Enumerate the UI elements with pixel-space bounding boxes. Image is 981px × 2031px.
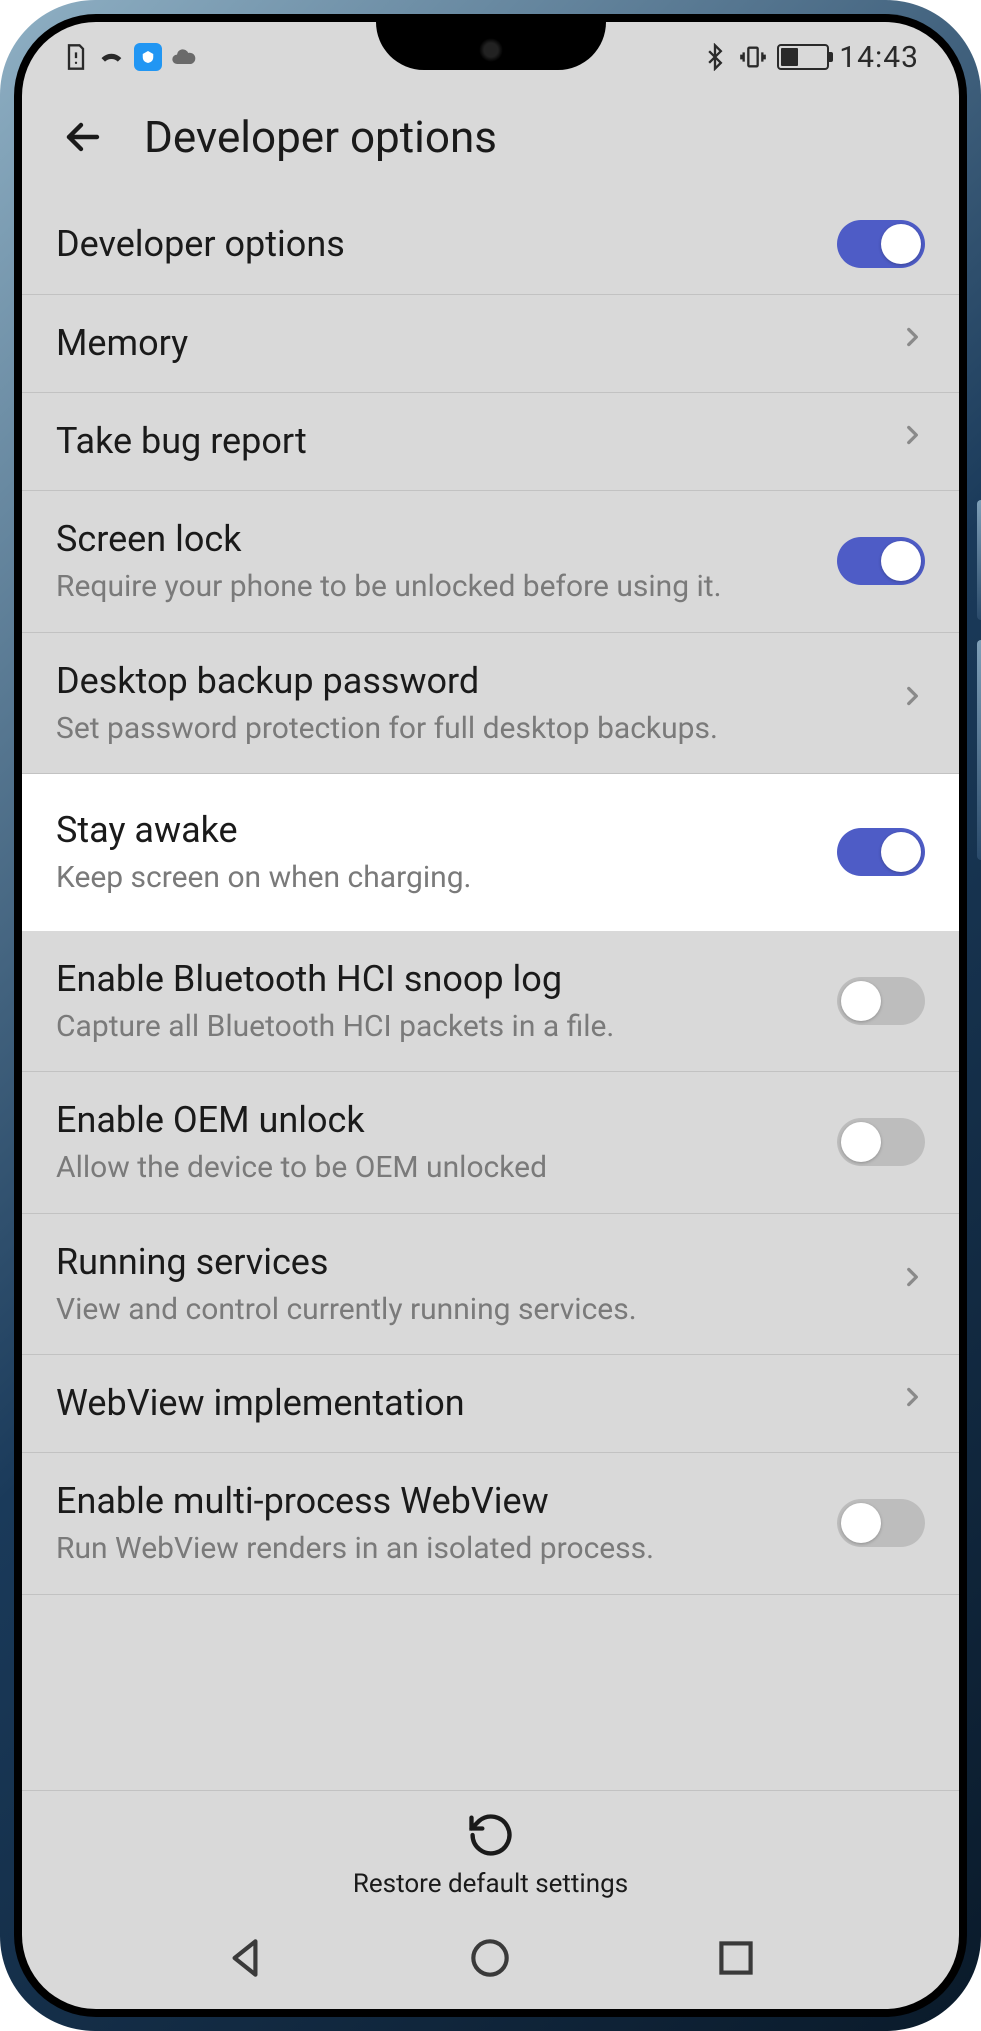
phone-bezel: 14:43 Developer options Developer option… <box>14 14 967 2017</box>
row-text: Enable OEM unlock Allow the device to be … <box>56 1098 817 1187</box>
developer-options-toggle[interactable] <box>837 220 925 268</box>
row-title: Take bug report <box>56 419 879 464</box>
volume-down-button[interactable] <box>977 640 981 860</box>
row-title: Desktop backup password <box>56 659 879 704</box>
row-title: WebView implementation <box>56 1381 879 1426</box>
row-subtitle: Allow the device to be OEM unlocked <box>56 1149 817 1187</box>
row-title: Memory <box>56 321 879 366</box>
stay-awake-toggle[interactable] <box>837 828 925 876</box>
row-subtitle: Set password protection for full desktop… <box>56 710 879 748</box>
row-title: Stay awake <box>56 808 817 853</box>
row-desktop-backup-password[interactable]: Desktop backup password Set password prot… <box>22 633 959 775</box>
cloud-icon <box>170 43 198 71</box>
row-title: Screen lock <box>56 517 817 562</box>
row-enable-multiprocess-webview[interactable]: Enable multi-process WebView Run WebView … <box>22 1453 959 1595</box>
row-title: Enable Bluetooth HCI snoop log <box>56 957 817 1002</box>
settings-list[interactable]: Developer options Memory Take bug report Sc… <box>22 194 959 1790</box>
row-title: Running services <box>56 1240 879 1285</box>
back-button[interactable] <box>56 110 110 164</box>
header: Developer options <box>22 82 959 194</box>
row-stay-awake[interactable]: Stay awake Keep screen on when charging. <box>22 774 959 931</box>
row-title: Enable multi-process WebView <box>56 1479 817 1524</box>
row-screen-lock[interactable]: Screen lock Require your phone to be unlo… <box>22 491 959 633</box>
enable-oem-unlock-toggle[interactable] <box>837 1118 925 1166</box>
row-text: Developer options <box>56 222 817 267</box>
row-text: Take bug report <box>56 419 879 464</box>
row-webview-implementation[interactable]: WebView implementation <box>22 1355 959 1453</box>
enable-multiprocess-webview-toggle[interactable] <box>837 1499 925 1547</box>
status-time: 14:43 <box>839 40 919 75</box>
row-text: Enable multi-process WebView Run WebView … <box>56 1479 817 1568</box>
row-text: Running services View and control current… <box>56 1240 879 1329</box>
screen: 14:43 Developer options Developer option… <box>22 22 959 2009</box>
app-icon <box>134 43 162 71</box>
row-title: Enable OEM unlock <box>56 1098 817 1143</box>
doc-alert-icon <box>62 43 90 71</box>
row-text: WebView implementation <box>56 1381 879 1426</box>
screen-lock-toggle[interactable] <box>837 537 925 585</box>
nav-back-button[interactable] <box>220 1933 270 1983</box>
nav-home-button[interactable] <box>465 1933 515 1983</box>
nav-bar <box>22 1921 959 2009</box>
row-subtitle: Keep screen on when charging. <box>56 859 817 897</box>
row-subtitle: View and control currently running servi… <box>56 1291 879 1329</box>
signal-icon <box>98 43 126 71</box>
row-subtitle: Run WebView renders in an isolated proce… <box>56 1530 817 1568</box>
row-developer-options[interactable]: Developer options <box>22 194 959 295</box>
chevron-right-icon <box>899 1384 925 1424</box>
enable-bluetooth-hci-toggle[interactable] <box>837 977 925 1025</box>
vibrate-icon <box>739 43 767 71</box>
volume-up-button[interactable] <box>977 500 981 620</box>
battery-icon <box>777 44 829 70</box>
row-text: Screen lock Require your phone to be unlo… <box>56 517 817 606</box>
row-text: Enable Bluetooth HCI snoop log Capture al… <box>56 957 817 1046</box>
restore-default-button[interactable]: Restore default settings <box>22 1790 959 1921</box>
row-title: Developer options <box>56 222 817 267</box>
nav-recents-button[interactable] <box>711 1933 761 1983</box>
chevron-right-icon <box>899 1264 925 1304</box>
chevron-right-icon <box>899 324 925 364</box>
page-title: Developer options <box>144 111 497 163</box>
row-enable-bluetooth-hci[interactable]: Enable Bluetooth HCI snoop log Capture al… <box>22 931 959 1073</box>
row-text: Stay awake Keep screen on when charging. <box>56 808 817 897</box>
chevron-right-icon <box>899 422 925 462</box>
row-running-services[interactable]: Running services View and control current… <box>22 1214 959 1356</box>
restore-icon <box>465 1809 517 1861</box>
phone-frame: 14:43 Developer options Developer option… <box>0 0 981 2031</box>
bluetooth-icon <box>701 43 729 71</box>
notch <box>376 22 606 70</box>
row-enable-oem-unlock[interactable]: Enable OEM unlock Allow the device to be … <box>22 1072 959 1214</box>
chevron-right-icon <box>899 683 925 723</box>
row-text: Desktop backup password Set password prot… <box>56 659 879 748</box>
row-subtitle: Require your phone to be unlocked before… <box>56 568 817 606</box>
row-subtitle: Capture all Bluetooth HCI packets in a f… <box>56 1008 817 1046</box>
row-take-bug-report[interactable]: Take bug report <box>22 393 959 491</box>
row-memory[interactable]: Memory <box>22 295 959 393</box>
row-text: Memory <box>56 321 879 366</box>
restore-label: Restore default settings <box>22 1869 959 1899</box>
